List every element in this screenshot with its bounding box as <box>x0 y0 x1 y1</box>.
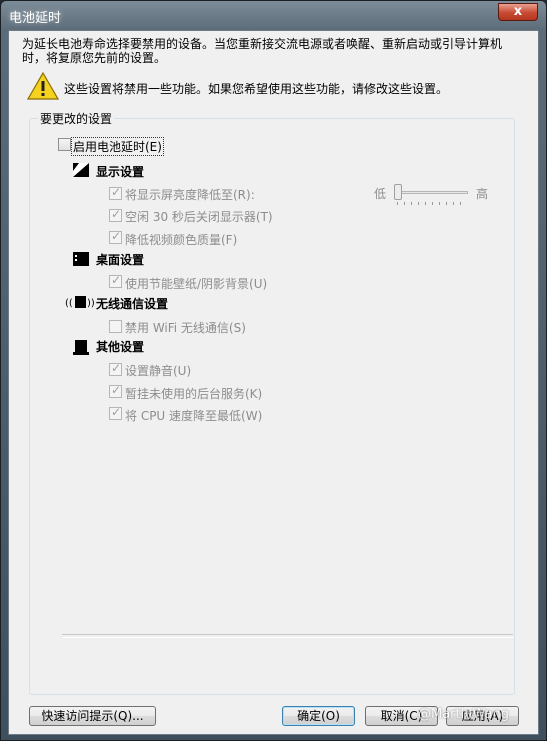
brightness-slider-ticks <box>397 202 467 205</box>
intro-text: 为延长电池寿命选择要禁用的设备。当您重新接交流电源或者唤醒、重新启动或引导计算机… <box>22 37 503 65</box>
window-title: 电池延时 <box>9 11 62 26</box>
desktop-icon <box>73 252 89 266</box>
mute-label: 设置静音(U) <box>125 364 192 378</box>
energy-wallpaper-label: 使用节能壁纸/阴影背景(U) <box>125 277 268 291</box>
other-settings-icon <box>73 340 89 355</box>
slider-low-label: 低 <box>374 187 387 201</box>
ok-button[interactable]: 确定(O) <box>282 706 355 726</box>
other-section-title: 其他设置 <box>96 340 145 354</box>
display-icon <box>73 163 89 177</box>
turn-off-display-checkbox[interactable] <box>109 207 122 222</box>
warning-icon <box>27 72 59 100</box>
suspend-services-label: 暂挂未使用的后台服务(K) <box>125 387 263 401</box>
quick-tips-button[interactable]: 快速访问提示(Q)... <box>29 706 156 726</box>
reduce-video-color-checkbox[interactable] <box>109 229 122 244</box>
slider-high-label: 高 <box>476 187 489 201</box>
desktop-section-title: 桌面设置 <box>96 253 145 267</box>
separator-line <box>62 634 513 638</box>
mute-checkbox[interactable] <box>109 361 122 376</box>
close-button[interactable]: x <box>498 3 538 21</box>
watermark-text: @MartinWang <box>418 707 509 722</box>
svg-text:((: (( <box>65 298 73 309</box>
display-section-title: 显示设置 <box>96 165 145 179</box>
suspend-services-checkbox[interactable] <box>109 383 122 398</box>
reduce-brightness-checkbox[interactable] <box>109 185 122 200</box>
wireless-icon: (( )) <box>65 296 95 309</box>
warning-text: 这些设置将禁用一些功能。如果您希望使用这些功能，请修改这些设置。 <box>64 82 449 96</box>
energy-wallpaper-checkbox[interactable] <box>109 273 122 288</box>
brightness-slider-thumb[interactable] <box>394 184 402 200</box>
wireless-section-title: 无线通信设置 <box>96 297 169 311</box>
min-cpu-label: 将 CPU 速度降至最低(W) <box>125 409 263 423</box>
disable-wifi-label: 禁用 WiFi 无线通信(S) <box>125 321 246 335</box>
turn-off-display-label: 空闲 30 秒后关闭显示器(T) <box>125 210 273 224</box>
reduce-video-color-label: 降低视频颜色质量(F) <box>125 233 238 247</box>
brightness-slider-track[interactable] <box>396 191 468 194</box>
settings-group-legend: 要更改的设置 <box>38 110 115 127</box>
reduce-brightness-label: 将显示屏亮度降低至(R): <box>125 188 255 202</box>
min-cpu-checkbox[interactable] <box>109 405 122 420</box>
title-bar[interactable]: 电池延时 x <box>1 1 546 29</box>
disable-wifi-checkbox[interactable] <box>109 320 122 333</box>
enable-battery-delay-checkbox[interactable] <box>58 138 71 151</box>
enable-battery-delay-label[interactable]: 启用电池延时(E) <box>71 137 164 156</box>
svg-text:)): )) <box>87 298 95 309</box>
